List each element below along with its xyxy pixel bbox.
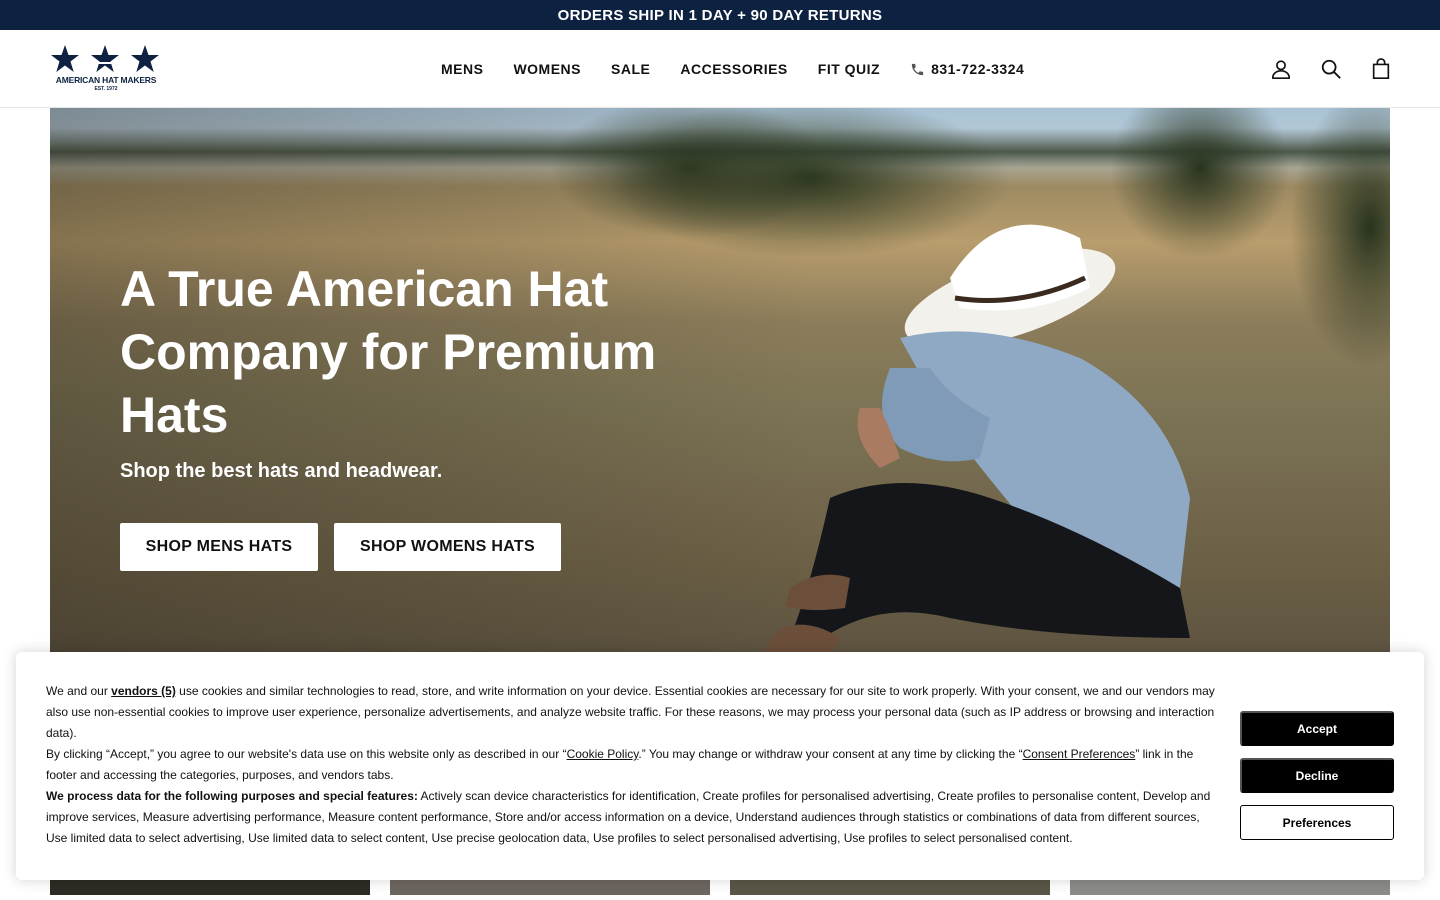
announcement-bar: ORDERS SHIP IN 1 DAY + 90 DAY RETURNS <box>0 0 1440 30</box>
nav-accessories[interactable]: ACCESSORIES <box>680 61 787 77</box>
consent-preferences-link[interactable]: Consent Preferences <box>1023 747 1136 761</box>
hero-title: A True American Hat Company for Premium … <box>120 261 657 443</box>
nav-sale[interactable]: SALE <box>611 61 650 77</box>
hero-banner: A True American Hat Company for Premium … <box>50 108 1390 668</box>
nav-fit-quiz[interactable]: FIT QUIZ <box>818 61 880 77</box>
cookie-paragraph-1: We and our vendors (5) use cookies and s… <box>46 681 1221 744</box>
nav-phone[interactable]: 831-722-3324 <box>910 61 1024 77</box>
search-icon[interactable] <box>1320 58 1342 80</box>
logo-stars-icon <box>51 45 159 72</box>
cookie-p2-start: By clicking “Accept,” you agree to our w… <box>46 747 567 761</box>
account-icon[interactable] <box>1270 58 1292 80</box>
shop-womens-button[interactable]: SHOP WOMENS HATS <box>334 523 561 571</box>
cookie-p1-end: use cookies and similar technologies to … <box>46 684 1215 740</box>
cart-icon[interactable] <box>1370 58 1392 80</box>
cookie-consent-banner: We and our vendors (5) use cookies and s… <box>16 652 1424 880</box>
cookie-text: We and our vendors (5) use cookies and s… <box>46 681 1221 849</box>
shop-mens-button[interactable]: SHOP MENS HATS <box>120 523 318 571</box>
cookie-accept-button[interactable]: Accept <box>1240 711 1394 746</box>
cookie-p1-start: We and our <box>46 684 112 698</box>
nav-mens[interactable]: MENS <box>441 61 483 77</box>
vendors-link[interactable]: vendors (5) <box>111 684 176 698</box>
cookie-p3-bold: We process data for the following purpos… <box>46 789 418 803</box>
logo-name: AMERICAN HAT MAKERS <box>55 75 157 85</box>
phone-icon <box>911 63 924 75</box>
cookie-preferences-button[interactable]: Preferences <box>1240 805 1394 840</box>
cookie-decline-button[interactable]: Decline <box>1240 758 1394 793</box>
main-nav: MENS WOMENS SALE ACCESSORIES FIT QUIZ 83… <box>441 30 1024 108</box>
cookie-paragraph-3: We process data for the following purpos… <box>46 786 1221 849</box>
cookie-policy-link[interactable]: Cookie Policy <box>567 747 639 761</box>
phone-number: 831-722-3324 <box>931 61 1025 77</box>
cookie-p2-mid: .” You may change or withdraw your conse… <box>638 747 1023 761</box>
logo[interactable]: AMERICAN HAT MAKERS EST. 1972 <box>50 44 162 94</box>
site-header: AMERICAN HAT MAKERS EST. 1972 MENS WOMEN… <box>0 30 1440 108</box>
nav-womens[interactable]: WOMENS <box>513 61 581 77</box>
cookie-paragraph-2: By clicking “Accept,” you agree to our w… <box>46 744 1221 786</box>
hero-cowboy-image <box>760 224 1190 661</box>
logo-est: EST. 1972 <box>94 86 118 92</box>
hero-subtitle: Shop the best hats and headwear. <box>120 460 443 482</box>
header-icons <box>1270 30 1392 108</box>
announcement-text: ORDERS SHIP IN 1 DAY + 90 DAY RETURNS <box>557 6 883 24</box>
